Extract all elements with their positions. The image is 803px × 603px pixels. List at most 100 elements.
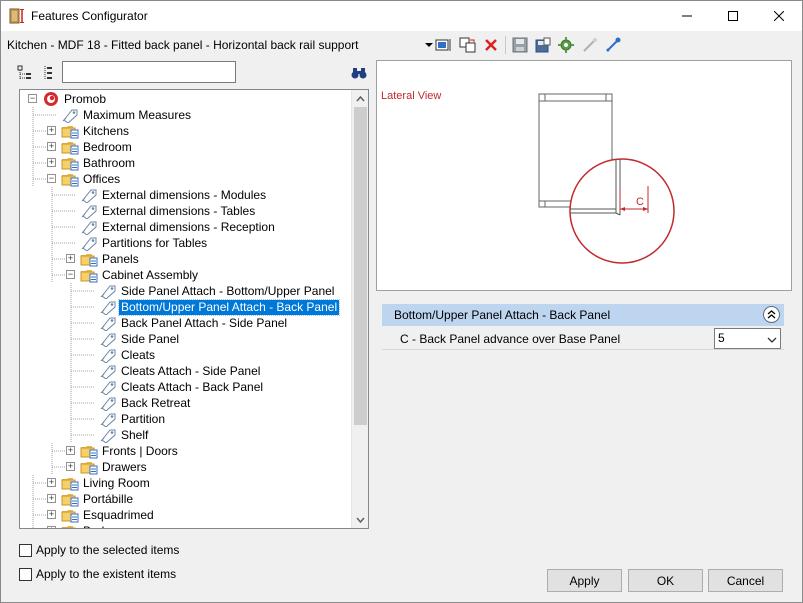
tree-item[interactable]: Cleats Attach - Side Panel [99, 363, 262, 380]
tree-item[interactable]: Drawers [80, 459, 149, 475]
tree-item[interactable]: Cabinet Assembly [80, 267, 200, 283]
tree-item-label: Partition [121, 411, 166, 426]
tag-icon [80, 219, 98, 236]
apply-selected-checkbox[interactable] [19, 543, 32, 557]
collapse-group-button[interactable] [763, 306, 780, 323]
tree-item[interactable]: Bathroom [61, 155, 137, 171]
tree-item[interactable]: Panels [80, 251, 141, 267]
ok-button[interactable]: OK [628, 569, 703, 592]
tree-item-label: Offices [83, 171, 121, 186]
apply-existent-option[interactable]: Apply to the existent items [19, 566, 176, 582]
features-tree[interactable]: − Promob Maximum Measures + Kitchens + Bedroom… [19, 89, 369, 529]
minimize-icon [682, 15, 692, 17]
tree-item[interactable]: Fronts | Doors [80, 443, 180, 459]
settings-icon[interactable] [557, 36, 575, 54]
tree-item[interactable]: Cleats Attach - Back Panel [99, 379, 265, 396]
window-title: Features Configurator [31, 9, 148, 23]
insert-icon[interactable] [435, 36, 453, 54]
copy-icon[interactable] [459, 36, 477, 54]
tag-icon [80, 235, 98, 252]
link-icon[interactable] [581, 36, 599, 54]
tree-item[interactable]: Maximum Measures [61, 107, 193, 124]
tree-item[interactable]: External dimensions - Tables [80, 203, 257, 220]
expand-node-icon[interactable]: + [47, 494, 56, 503]
tree-item-label: Fronts | Doors [102, 443, 178, 458]
apply-existent-label: Apply to the existent items [36, 567, 177, 581]
tree-item-label: External dimensions - Tables [102, 203, 256, 218]
tag-icon [99, 315, 117, 332]
tree-item[interactable]: Portábille [61, 491, 135, 507]
folder-icon [61, 507, 79, 523]
apply-existent-checkbox[interactable] [19, 567, 32, 581]
tree-item[interactable]: Bottom/Upper Panel Attach - Back Panel [99, 298, 341, 316]
tree-item-label: Side Panel Attach - Bottom/Upper Panel [121, 283, 335, 298]
tree-item-label: External dimensions - Reception [102, 219, 275, 234]
collapse-node-icon[interactable]: − [47, 174, 56, 183]
tree-item[interactable]: External dimensions - Reception [80, 219, 277, 236]
tag-icon [99, 299, 117, 316]
property-value-select[interactable]: 5 [714, 328, 781, 349]
expand-node-icon[interactable]: + [47, 478, 56, 487]
close-button[interactable] [756, 1, 802, 31]
tag-icon [99, 331, 117, 348]
save-icon[interactable] [511, 36, 529, 54]
apply-selected-option[interactable]: Apply to the selected items [19, 542, 179, 558]
cancel-button[interactable]: Cancel [708, 569, 783, 592]
tree-item[interactable]: Partitions for Tables [80, 235, 209, 252]
current-configuration[interactable]: Kitchen - MDF 18 - Fitted back panel - H… [7, 38, 358, 52]
tree-item[interactable]: Kitchens [61, 123, 131, 139]
expand-node-icon[interactable]: + [47, 126, 56, 135]
tree-item[interactable]: Back Panel Attach - Side Panel [99, 315, 289, 332]
tree-item-label: Partitions for Tables [102, 235, 208, 250]
tree-item[interactable]: Partition [99, 411, 167, 428]
tree-item[interactable]: Bed [61, 523, 106, 528]
tree-item[interactable]: Side Panel Attach - Bottom/Upper Panel [99, 283, 336, 300]
folder-icon [80, 267, 98, 283]
folder-icon [80, 443, 98, 459]
tree-item[interactable]: Back Retreat [99, 395, 192, 412]
tree-item[interactable]: Living Room [61, 475, 152, 491]
minimize-button[interactable] [664, 1, 710, 31]
folder-icon [61, 171, 79, 187]
tree-item-label: Bedroom [83, 139, 132, 154]
expand-node-icon[interactable]: + [47, 510, 56, 519]
find-binoculars-icon[interactable] [350, 64, 368, 82]
tree-item[interactable]: Shelf [99, 427, 150, 444]
tree-scrollbar[interactable] [351, 90, 368, 528]
tree-item-label: Portábille [83, 491, 134, 506]
tree-item-label: Panels [102, 251, 139, 266]
tree-item[interactable]: Esquadrimed [61, 507, 156, 523]
expand-tree-icon[interactable] [16, 64, 34, 82]
connect-icon[interactable] [604, 36, 622, 54]
expand-node-icon[interactable]: + [47, 158, 56, 167]
scroll-thumb[interactable] [354, 107, 367, 425]
expand-node-icon[interactable]: + [66, 446, 75, 455]
tree-item[interactable]: Offices [61, 171, 122, 187]
tree-item-label: Cleats Attach - Side Panel [121, 363, 261, 378]
property-group-header[interactable]: Bottom/Upper Panel Attach - Back Panel [382, 304, 784, 326]
expand-node-icon[interactable]: + [66, 254, 75, 263]
title-bar: Features Configurator [1, 1, 802, 31]
tree-item[interactable]: Promob [42, 91, 108, 107]
collapse-node-icon[interactable]: − [66, 270, 75, 279]
tree-item[interactable]: Bedroom [61, 139, 134, 155]
collapse-tree-icon[interactable] [39, 64, 57, 82]
collapse-node-icon[interactable]: − [28, 94, 37, 103]
tree-item[interactable]: Side Panel [99, 331, 181, 348]
scroll-up-arrow-icon[interactable] [352, 90, 368, 107]
expand-node-icon[interactable]: + [47, 526, 56, 528]
tree-item[interactable]: Cleats [99, 347, 157, 364]
delete-icon[interactable] [482, 36, 500, 54]
apply-button[interactable]: Apply [547, 569, 622, 592]
app-icon [9, 8, 25, 24]
tag-icon [99, 379, 117, 396]
expand-node-icon[interactable]: + [47, 142, 56, 151]
maximize-button[interactable] [710, 1, 756, 31]
expand-node-icon[interactable]: + [66, 462, 75, 471]
search-input[interactable] [62, 61, 236, 83]
tree-item[interactable]: External dimensions - Modules [80, 187, 268, 204]
folder-icon [80, 459, 98, 475]
scroll-down-arrow-icon[interactable] [352, 511, 368, 528]
apply-selected-label: Apply to the selected items [36, 543, 180, 557]
save-as-icon[interactable] [534, 36, 552, 54]
